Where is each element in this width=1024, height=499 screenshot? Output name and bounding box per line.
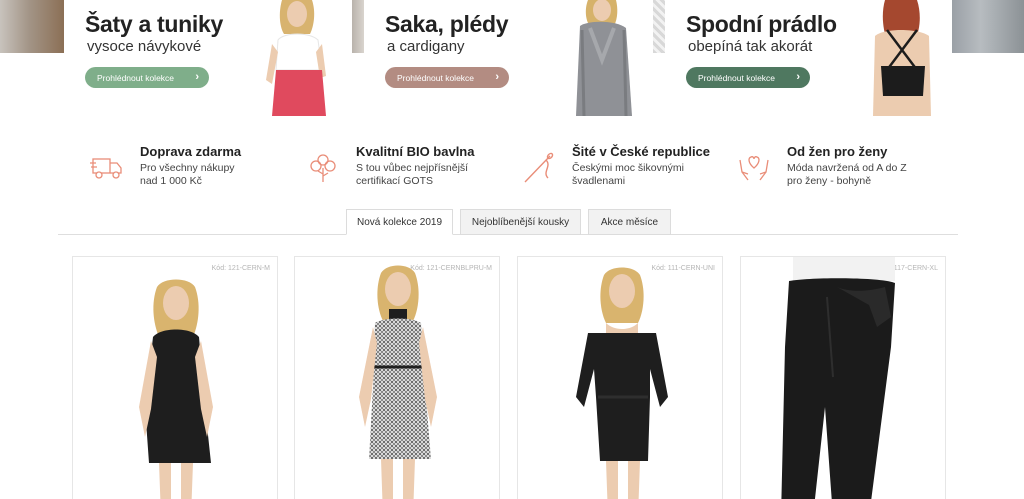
product-image: [576, 267, 668, 499]
banner-title: Saka, plédy: [385, 11, 509, 37]
feature-text: certifikací GOTS: [356, 175, 434, 187]
feature-text: Pro všechny nákupy: [140, 162, 235, 174]
hero-banners: Šaty a tuniky vysoce návykové Prohlédnou…: [0, 0, 1024, 116]
feature-made-in-cz: Šité v České republice Českými moc šikov…: [522, 142, 722, 192]
hands-heart-icon: [739, 156, 769, 181]
product-card[interactable]: Kód: 121-CERNBLPRU-M: [294, 256, 500, 499]
feature-free-shipping: Doprava zdarma Pro všechny nákupy nad 1 …: [90, 142, 280, 192]
chevron-right-icon: ›: [195, 71, 199, 83]
feature-text: S tou vůbec nejpřísnější: [356, 162, 469, 174]
banner-title: Spodní prádlo: [686, 11, 837, 37]
banner-subtitle: a cardigany: [387, 38, 465, 55]
browse-collection-button[interactable]: Prohlédnout kolekce ›: [385, 67, 509, 88]
feature-text: Móda navržená od A do Z: [787, 162, 907, 174]
banner-photo-edge: [653, 0, 665, 53]
model-photo: [873, 0, 931, 116]
chevron-right-icon: ›: [796, 71, 800, 83]
tab-new-collection[interactable]: Nová kolekce 2019: [346, 209, 453, 235]
banner-photo-edge-right: [952, 0, 1024, 53]
tab-most-popular[interactable]: Nejoblíbenější kousky: [460, 209, 581, 235]
banner-subtitle: obepíná tak akorát: [688, 38, 813, 55]
browse-collection-button[interactable]: Prohlédnout kolekce ›: [85, 67, 209, 88]
browse-collection-button[interactable]: Prohlédnout kolekce ›: [686, 67, 810, 88]
chevron-right-icon: ›: [495, 71, 499, 83]
feature-text: pro ženy - bohyně: [787, 175, 872, 187]
feature-title: Od žen pro ženy: [787, 144, 888, 159]
feature-text: Českými moc šikovnými: [572, 162, 685, 174]
banner-jackets[interactable]: Saka, plédy a cardigany Prohlédnout kole…: [364, 0, 653, 116]
cotton-icon: [310, 154, 336, 182]
product-card[interactable]: Kód: 121-CERN-M: [72, 256, 278, 499]
product-card[interactable]: Kód: 117-CERN-XL: [740, 256, 946, 499]
feature-title: Šité v České republice: [572, 144, 711, 159]
tab-monthly-sale[interactable]: Akce měsíce: [588, 209, 671, 235]
truck-icon: [90, 158, 122, 179]
feature-bio-cotton: Kvalitní BIO bavlna S tou vůbec nejpřísn…: [306, 142, 506, 192]
feature-text: švadlenami: [572, 175, 626, 187]
product-image: [781, 257, 895, 499]
button-label: Prohlédnout kolekce: [97, 72, 175, 83]
banner-dresses[interactable]: Šaty a tuniky vysoce návykové Prohlédnou…: [64, 0, 352, 116]
feature-women-for-women: Od žen pro ženy Móda navržená od A do Z …: [737, 142, 937, 192]
needle-icon: [524, 152, 554, 183]
button-label: Prohlédnout kolekce: [698, 72, 776, 83]
banner-photo-edge-left: [0, 0, 64, 53]
product-card[interactable]: Kód: 111-CERN-UNI: [517, 256, 723, 499]
banner-photo-edge: [352, 0, 364, 53]
model-photo: [266, 0, 326, 116]
banner-underwear[interactable]: Spodní prádlo obepíná tak akorát Prohléd…: [665, 0, 952, 116]
feature-title: Doprava zdarma: [140, 144, 242, 159]
button-label: Prohlédnout kolekce: [397, 72, 475, 83]
feature-title: Kvalitní BIO bavlna: [356, 144, 475, 159]
banner-title: Šaty a tuniky: [85, 11, 223, 37]
feature-text: nad 1 000 Kč: [140, 175, 202, 187]
banner-subtitle: vysoce návykové: [87, 38, 202, 55]
product-image: [359, 265, 437, 499]
product-image: [139, 279, 213, 499]
features-strip: Doprava zdarma Pro všechny nákupy nad 1 …: [0, 142, 1024, 192]
model-photo: [576, 0, 632, 116]
